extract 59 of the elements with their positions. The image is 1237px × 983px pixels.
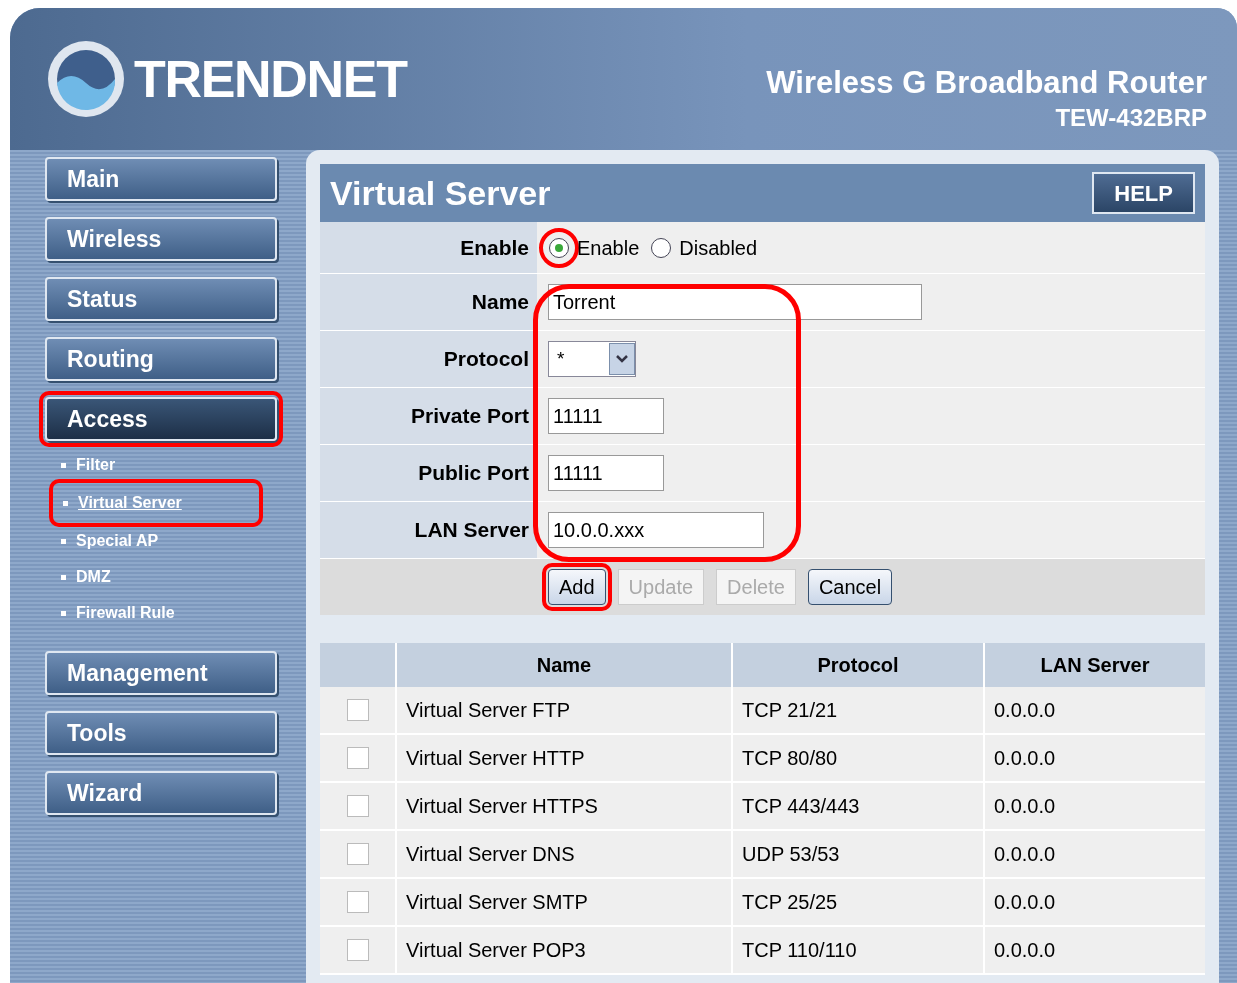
table-cell: TCP 25/25: [733, 879, 985, 925]
table-cell: TCP 443/443: [733, 783, 985, 829]
panel-title: Virtual Server: [330, 172, 551, 214]
row-checkbox[interactable]: [346, 843, 369, 865]
table-cell: Virtual Server HTTPS: [397, 783, 733, 829]
field-label: LAN Server: [320, 502, 537, 558]
table-cell-text: 0.0.0.0: [993, 698, 1057, 723]
model-number: TEW-432BRP: [1055, 106, 1207, 131]
bullet-icon: [61, 610, 66, 616]
radio-label: Enable: [577, 235, 640, 261]
row-checkbox[interactable]: [346, 939, 369, 961]
table-cell-text: 0.0.0.0: [993, 794, 1057, 819]
bullet-icon: [61, 538, 66, 544]
table-cell: Virtual Server DNS: [397, 831, 733, 877]
row-checkbox[interactable]: [346, 747, 369, 769]
help-button[interactable]: HELP: [1092, 172, 1195, 214]
nav-button[interactable]: Wireless: [45, 217, 277, 261]
table-cell-text: 0.0.0.0: [993, 938, 1057, 963]
table-cell-text: 0.0.0.0: [993, 890, 1057, 915]
form-button[interactable]: Cancel: [807, 569, 893, 605]
table-cell: UDP 53/53: [733, 831, 985, 877]
product-title: Wireless G Broadband Router: [766, 63, 1207, 102]
nav-button[interactable]: Management: [45, 651, 277, 695]
table-cell: Virtual Server POP3: [397, 927, 733, 973]
nav-button[interactable]: Wizard: [45, 771, 277, 815]
row-checkbox[interactable]: [346, 795, 369, 817]
nav-button[interactable]: Routing: [45, 337, 277, 381]
nav-button[interactable]: Main: [45, 157, 277, 201]
bullet-icon: [61, 462, 66, 468]
column-header: LAN Server: [1039, 653, 1151, 678]
field-label: Name: [320, 274, 537, 330]
submenu-link[interactable]: Filter: [61, 447, 306, 483]
text-field[interactable]: 11111: [548, 398, 664, 434]
text-field[interactable]: 10.0.0.xxx: [548, 512, 764, 548]
submenu-link[interactable]: Virtual Server: [53, 483, 259, 523]
submenu-link[interactable]: Special AP: [61, 523, 306, 559]
protocol-select[interactable]: *: [548, 341, 636, 377]
table-cell: TCP 110/110: [733, 927, 985, 973]
nav-button[interactable]: Status: [45, 277, 277, 321]
table-cell: Virtual Server FTP: [397, 687, 733, 733]
brand-logo-text: TRENDNET: [134, 49, 407, 110]
bullet-icon: [61, 574, 66, 580]
text-field[interactable]: 11111: [548, 455, 664, 491]
table-cell: Virtual Server SMTP: [397, 879, 733, 925]
table-cell-text: 0.0.0.0: [993, 842, 1057, 867]
table-cell: TCP 21/21: [733, 687, 985, 733]
row-checkbox[interactable]: [346, 699, 369, 721]
bullet-icon: [63, 500, 68, 506]
nav-button[interactable]: Tools: [45, 711, 277, 755]
submenu-link[interactable]: DMZ: [61, 559, 306, 595]
submenu-link[interactable]: Firewall Rule: [61, 595, 306, 631]
radio-button[interactable]: [651, 237, 672, 258]
field-label: Enable: [320, 222, 537, 273]
table-cell: Virtual Server HTTP: [397, 735, 733, 781]
table-cell: TCP 80/80: [733, 735, 985, 781]
globe-logo-icon: [46, 39, 126, 119]
radio-label: Disabled: [679, 235, 758, 261]
table-cell-text: 0.0.0.0: [993, 746, 1057, 771]
row-checkbox[interactable]: [346, 891, 369, 913]
